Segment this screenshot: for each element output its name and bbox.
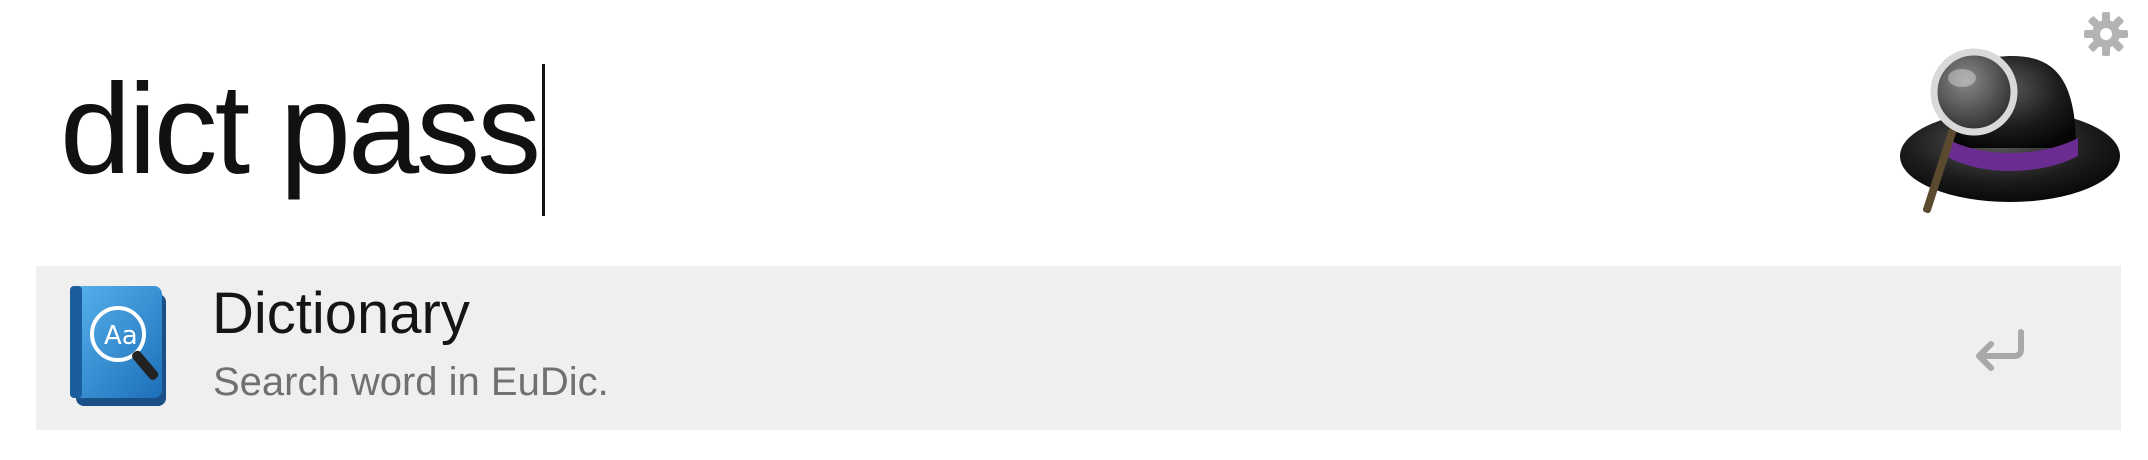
result-title: Dictionary <box>212 281 470 346</box>
result-row-dictionary[interactable]: Aa Dictionary Search word in EuDic. <box>36 266 2121 430</box>
results-list: Aa Dictionary Search word in EuDic. <box>36 266 2121 430</box>
text-caret <box>542 64 546 216</box>
search-field[interactable]: dict pass <box>60 40 1760 220</box>
dictionary-book-icon: Aa <box>70 286 166 406</box>
alfred-hat-magnifier-icon <box>1900 48 2120 214</box>
result-subtitle: Search word in EuDic. <box>213 360 609 404</box>
return-key-icon <box>1976 329 2024 371</box>
search-query-text[interactable]: dict pass <box>60 66 541 194</box>
launcher-window: dict pass Aa Dictionary Search word in E… <box>0 0 2148 460</box>
svg-text:Aa: Aa <box>104 321 138 351</box>
